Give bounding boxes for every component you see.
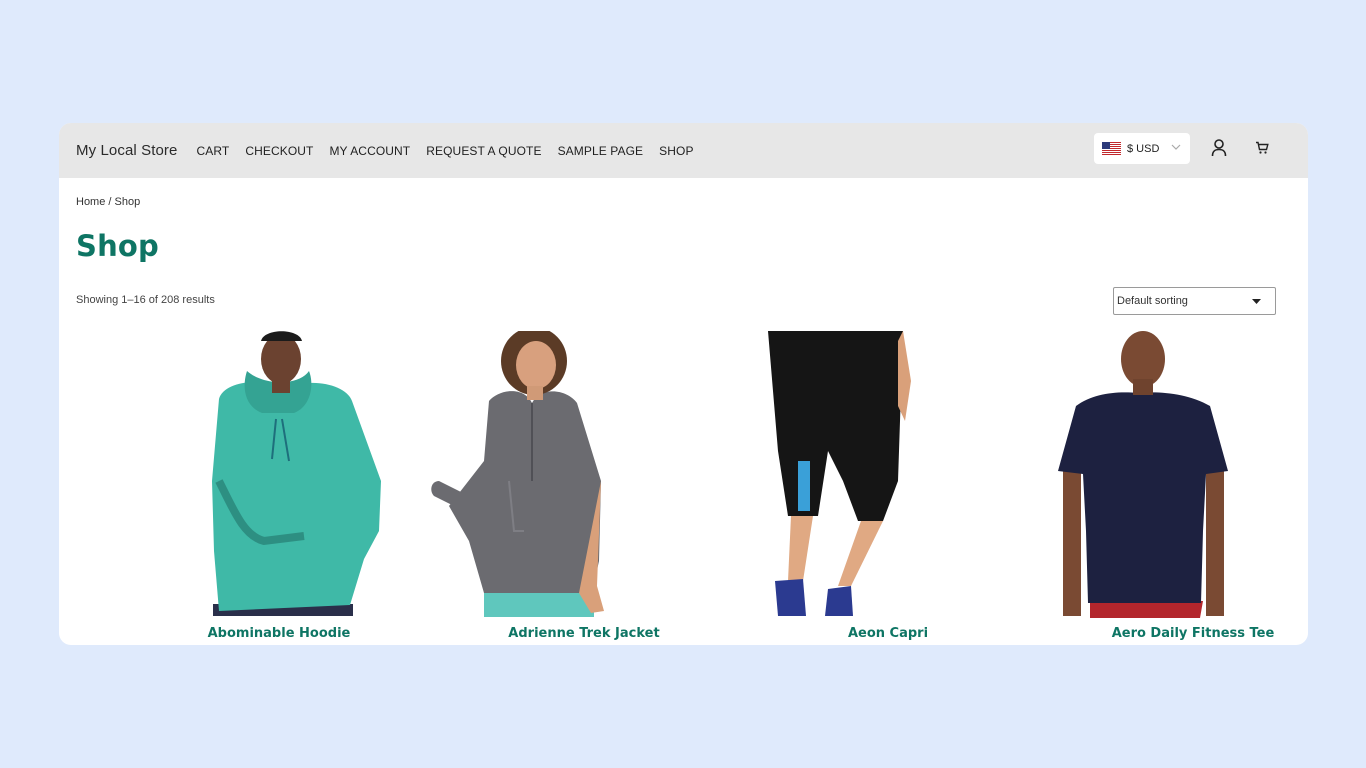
site-header: My Local Store CART CHECKOUT MY ACCOUNT … xyxy=(59,123,1308,178)
nav-sample-page[interactable]: SAMPLE PAGE xyxy=(558,144,644,158)
product-name[interactable]: Aero Daily Fitness Tee xyxy=(1038,626,1308,641)
product-grid: Abominable Hoodie Adrienne Trek Jacket A… xyxy=(59,331,1308,645)
product-card[interactable]: Aeon Capri xyxy=(733,331,1043,645)
account-icon[interactable] xyxy=(1211,139,1227,157)
nav-cart[interactable]: CART xyxy=(196,144,229,158)
product-name[interactable]: Adrienne Trek Jacket xyxy=(429,626,739,641)
caret-down-icon xyxy=(1252,299,1261,304)
chevron-down-icon xyxy=(1171,144,1181,150)
nav-checkout[interactable]: CHECKOUT xyxy=(245,144,313,158)
sort-select[interactable]: Default sorting xyxy=(1113,287,1276,315)
nav-request-a-quote[interactable]: REQUEST A QUOTE xyxy=(426,144,541,158)
us-flag-icon xyxy=(1102,142,1121,155)
site-title[interactable]: My Local Store xyxy=(76,142,177,159)
page-title: Shop xyxy=(76,229,160,263)
sort-select-value: Default sorting xyxy=(1117,295,1188,307)
product-name[interactable]: Aeon Capri xyxy=(733,626,1043,641)
main-nav: CART CHECKOUT MY ACCOUNT REQUEST A QUOTE… xyxy=(196,144,709,158)
store-window: My Local Store CART CHECKOUT MY ACCOUNT … xyxy=(59,123,1308,645)
nav-shop[interactable]: SHOP xyxy=(659,144,693,158)
result-count: Showing 1–16 of 208 results xyxy=(76,294,215,306)
currency-switcher[interactable]: $ USD xyxy=(1094,133,1190,164)
product-card[interactable]: Adrienne Trek Jacket xyxy=(429,331,739,645)
product-card[interactable]: Abominable Hoodie xyxy=(124,331,434,645)
currency-label: $ USD xyxy=(1127,142,1160,155)
product-image-tee[interactable] xyxy=(1038,331,1308,618)
product-card[interactable]: Aero Daily Fitness Tee xyxy=(1038,331,1308,645)
product-image-jacket[interactable] xyxy=(429,331,739,618)
cart-icon[interactable] xyxy=(1255,141,1269,155)
breadcrumb[interactable]: Home / Shop xyxy=(76,196,140,208)
product-image-hoodie[interactable] xyxy=(124,331,434,618)
product-image-capri[interactable] xyxy=(733,331,1043,618)
product-name[interactable]: Abominable Hoodie xyxy=(124,626,434,641)
nav-my-account[interactable]: MY ACCOUNT xyxy=(329,144,410,158)
